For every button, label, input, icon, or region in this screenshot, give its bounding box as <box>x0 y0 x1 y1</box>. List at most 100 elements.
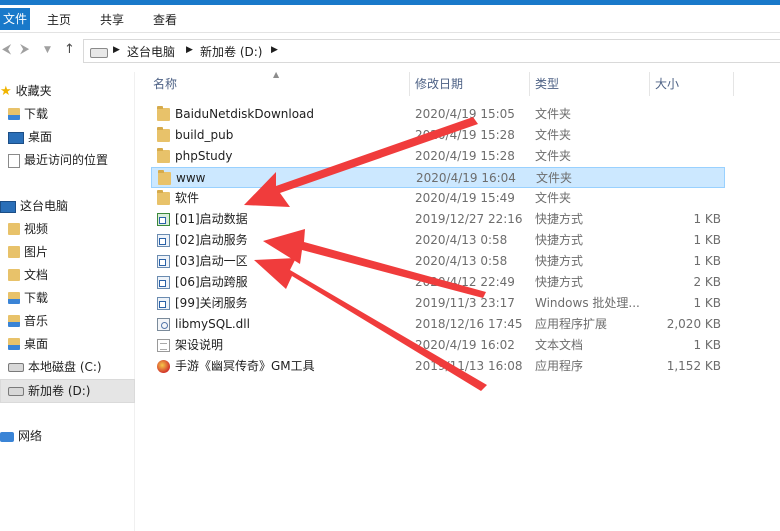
file-type: 应用程序扩展 <box>535 317 608 331</box>
file-row[interactable]: BaiduNetdiskDownload 2020/4/19 15:05 文件夹 <box>151 104 725 125</box>
breadcrumb-drive-d[interactable]: 新加卷 (D:) <box>200 43 262 60</box>
file-size: 1 KB <box>693 212 721 226</box>
sidebar-item-videos[interactable]: 视频 <box>8 218 48 240</box>
computer-icon <box>0 200 16 213</box>
file-size: 1,152 KB <box>666 359 721 373</box>
pictures-folder-icon <box>8 245 20 258</box>
shortcut-icon <box>157 255 170 268</box>
breadcrumb-separator-icon[interactable]: ▶ <box>271 45 278 55</box>
file-row[interactable]: 架设说明 2020/4/19 16:02 文本文档 1 KB <box>151 335 725 356</box>
batch-file-icon <box>157 297 170 310</box>
network-icon <box>0 431 14 442</box>
file-row[interactable]: [01]启动数据 2019/12/27 22:16 快捷方式 1 KB <box>151 209 725 230</box>
file-date: 2019/11/13 16:08 <box>415 359 523 373</box>
file-row[interactable]: [02]启动服务 2020/4/13 0:58 快捷方式 1 KB <box>151 230 725 251</box>
file-row[interactable]: phpStudy 2020/4/19 15:28 文件夹 <box>151 146 725 167</box>
file-type: 文本文档 <box>535 338 584 352</box>
file-row[interactable]: build_pub 2020/4/19 15:28 文件夹 <box>151 125 725 146</box>
file-type: 文件夹 <box>536 171 573 185</box>
sidebar-item-volume-d[interactable]: 新加卷 (D:) <box>0 379 135 403</box>
column-header-size[interactable]: 大小 <box>648 72 734 96</box>
breadcrumb-this-pc[interactable]: 这台电脑 <box>127 43 175 60</box>
desktop-icon <box>8 131 24 144</box>
up-arrow-icon[interactable]: ↑ <box>64 42 75 57</box>
file-name: [99]关闭服务 <box>175 296 248 310</box>
file-date: 2020/4/19 15:05 <box>415 107 515 121</box>
file-row-selected[interactable]: www 2020/4/19 16:04 文件夹 <box>151 167 725 188</box>
file-date: 2020/4/13 0:58 <box>415 233 508 247</box>
sidebar-item-this-pc[interactable]: 这台电脑 <box>0 195 68 217</box>
file-row[interactable]: [99]关闭服务 2019/11/3 23:17 Windows 批处理... … <box>151 293 725 314</box>
recent-places-icon <box>8 153 20 168</box>
tab-view[interactable]: 查看 <box>153 10 177 30</box>
tab-file[interactable]: 文件 <box>0 8 30 30</box>
file-name: [01]启动数据 <box>175 212 248 226</box>
file-name: 手游《幽冥传奇》GM工具 <box>175 359 315 373</box>
file-date: 2020/4/19 16:02 <box>415 338 515 352</box>
file-size: 1 KB <box>693 338 721 352</box>
file-size <box>651 104 721 125</box>
file-name: build_pub <box>175 128 234 142</box>
download-folder-icon <box>8 291 20 304</box>
file-type: 快捷方式 <box>535 212 584 226</box>
sidebar-item-local-disk-c[interactable]: 本地磁盘 (C:) <box>8 356 102 378</box>
file-date: 2019/12/27 22:16 <box>415 212 523 226</box>
shortcut-icon <box>157 276 170 289</box>
file-size: 2 KB <box>693 275 721 289</box>
ribbon: 文件 主页 共享 查看 <box>0 0 780 33</box>
file-name: phpStudy <box>175 149 233 163</box>
dll-file-icon <box>157 318 170 331</box>
file-row[interactable]: [03]启动一区 2020/4/13 0:58 快捷方式 1 KB <box>151 251 725 272</box>
column-header-type[interactable]: 类型 <box>529 72 650 96</box>
file-type: 快捷方式 <box>535 275 584 289</box>
sidebar-item-music[interactable]: 音乐 <box>8 310 48 332</box>
application-icon <box>157 360 170 373</box>
star-icon: ★ <box>0 83 12 99</box>
forward-arrow-icon[interactable]: ⮞ <box>20 42 29 57</box>
sidebar-item-favorites[interactable]: ★ 收藏夹 <box>0 80 52 102</box>
drive-icon <box>90 48 108 58</box>
column-header-name[interactable]: 名称 <box>151 72 410 96</box>
folder-icon <box>157 106 170 121</box>
file-row[interactable]: [06]启动跨服 2020/4/12 22:49 快捷方式 2 KB <box>151 272 725 293</box>
address-bar[interactable]: ▶ 这台电脑 ▶ 新加卷 (D:) ▶ <box>83 39 780 63</box>
file-date: 2020/4/19 15:28 <box>415 149 515 163</box>
tab-home[interactable]: 主页 <box>47 10 71 30</box>
music-folder-icon <box>8 314 20 327</box>
file-row[interactable]: 手游《幽冥传奇》GM工具 2019/11/13 16:08 应用程序 1,152… <box>151 356 725 377</box>
sidebar-item-desktop[interactable]: 桌面 <box>8 126 52 148</box>
breadcrumb-separator-icon[interactable]: ▶ <box>186 45 193 55</box>
file-date: 2020/4/19 15:49 <box>415 191 515 205</box>
sidebar-item-recent-places[interactable]: 最近访问的位置 <box>8 149 108 171</box>
recent-locations-chevron-icon[interactable]: ▼ <box>44 45 51 55</box>
file-type: 快捷方式 <box>535 254 584 268</box>
sidebar-item-downloads-pc[interactable]: 下载 <box>8 287 48 309</box>
back-arrow-icon[interactable]: ⮜ <box>2 42 11 57</box>
drive-icon <box>8 387 24 396</box>
sidebar-item-downloads[interactable]: 下载 <box>8 103 48 125</box>
file-size <box>651 188 721 209</box>
sidebar-item-desktop-pc[interactable]: 桌面 <box>8 333 48 355</box>
file-size: 2,020 KB <box>666 317 721 331</box>
column-header-date[interactable]: 修改日期 <box>411 72 530 96</box>
file-name: 架设说明 <box>175 338 224 352</box>
file-date: 2020/4/19 15:28 <box>415 128 515 142</box>
breadcrumb-separator-icon[interactable]: ▶ <box>113 45 120 55</box>
file-row[interactable]: libmySQL.dll 2018/12/16 17:45 应用程序扩展 2,0… <box>151 314 725 335</box>
shortcut-icon <box>157 213 170 226</box>
file-row[interactable]: 软件 2020/4/19 15:49 文件夹 <box>151 188 725 209</box>
file-size: 1 KB <box>693 254 721 268</box>
sidebar-item-network[interactable]: 网络 <box>0 425 42 447</box>
file-type: 文件夹 <box>535 149 572 163</box>
file-name: [06]启动跨服 <box>175 275 248 289</box>
sidebar-item-pictures[interactable]: 图片 <box>8 241 48 263</box>
file-type: 文件夹 <box>535 128 572 142</box>
file-size: 1 KB <box>693 296 721 310</box>
file-name: BaiduNetdiskDownload <box>175 107 315 121</box>
download-folder-icon <box>8 107 20 120</box>
sidebar-item-documents[interactable]: 文档 <box>8 264 48 286</box>
file-type: Windows 批处理... <box>535 296 640 310</box>
tab-share[interactable]: 共享 <box>100 10 124 30</box>
file-date: 2020/4/19 16:04 <box>416 171 516 185</box>
folder-icon <box>158 170 171 185</box>
